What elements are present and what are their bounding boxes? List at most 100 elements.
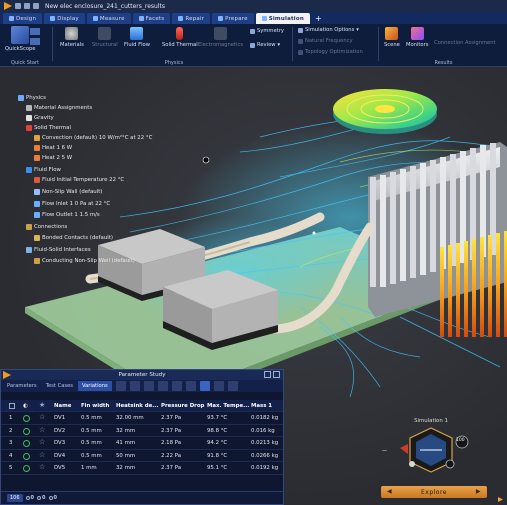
tree-item-connections[interactable]: Connections xyxy=(26,222,67,231)
app-logo-icon xyxy=(4,2,12,10)
tab-facets[interactable]: Facets xyxy=(132,13,171,24)
tree-item-physics[interactable]: Physics xyxy=(18,93,46,102)
tree-item-conducting-wall[interactable]: Conducting Non-Slip Wall (default) xyxy=(34,256,135,265)
structural-button[interactable]: Structural xyxy=(92,27,118,48)
tab-design[interactable]: Design xyxy=(3,13,43,24)
tab-display[interactable]: Display xyxy=(44,13,85,24)
display-icon xyxy=(50,16,56,21)
save-icon[interactable] xyxy=(15,3,21,9)
tab-measure[interactable]: Measure xyxy=(86,13,131,24)
settings-icon[interactable] xyxy=(445,459,455,469)
tab-simulation[interactable]: Simulation xyxy=(255,13,310,24)
column-name[interactable]: Name xyxy=(54,403,71,409)
minus-icon[interactable]: — xyxy=(382,448,387,454)
natural-frequency-button[interactable]: Natural Frequency xyxy=(298,38,353,44)
tree-item-flow-inlet-1[interactable]: Flow Inlet 1 0 Pa at 22 °C xyxy=(34,199,110,208)
panel-title-bar[interactable]: Parameter Study xyxy=(1,370,283,380)
table-row[interactable]: 3 ☆ DV3 0.5 mm 41 mm 2.18 Pa 94.2 °C 0.0… xyxy=(1,437,283,450)
list-icon[interactable] xyxy=(30,38,40,45)
connection-assignment-button[interactable]: Connection Assignment xyxy=(434,40,496,46)
quick-access-toolbar xyxy=(15,3,39,9)
export-icon[interactable] xyxy=(213,381,224,391)
interface-icon xyxy=(26,246,32,253)
add-variation-icon[interactable] xyxy=(115,381,126,391)
scene-button[interactable]: Scene xyxy=(384,27,400,48)
tab-parameters[interactable]: Parameters xyxy=(3,381,41,391)
column-mass[interactable]: Mass 1 xyxy=(251,403,272,409)
sort-icon[interactable] xyxy=(171,381,182,391)
undo-icon[interactable] xyxy=(24,3,30,9)
title-bar: New elec enclosure_241_cutters_results xyxy=(0,0,507,12)
column-fin-width[interactable]: Fin width xyxy=(81,403,109,409)
select-all-checkbox[interactable] xyxy=(9,403,15,409)
column-max-temperature[interactable]: Max. Tempe... xyxy=(207,403,249,409)
maximize-icon[interactable] xyxy=(264,371,271,378)
columns-icon[interactable] xyxy=(185,381,196,391)
explore-button[interactable]: ◀ Explore ▶ xyxy=(381,486,487,498)
symmetry-icon xyxy=(250,28,255,34)
tree-item-convection[interactable]: Convection (default) 10 W/m²°C at 22 °C xyxy=(34,133,152,142)
table-row[interactable]: 4 ☆ DV4 0.5 mm 50 mm 2.22 Pa 91.8 °C 0.0… xyxy=(1,450,283,462)
tree-item-fluid-flow[interactable]: Fluid Flow xyxy=(26,165,61,174)
running-icon xyxy=(37,496,42,500)
tab-test-cases[interactable]: Test Cases xyxy=(42,381,77,391)
solid-thermal-button[interactable]: Solid Thermal xyxy=(162,27,198,48)
filter-icon[interactable] xyxy=(157,381,168,391)
graph-icon[interactable] xyxy=(227,381,238,391)
chart-icon[interactable] xyxy=(199,381,210,391)
tree-item-solid-thermal[interactable]: Solid Thermal xyxy=(26,123,71,132)
monitors-icon xyxy=(410,27,424,40)
symmetry-button[interactable]: Symmetry xyxy=(250,28,284,34)
chevron-left-icon[interactable]: ◀ xyxy=(387,488,392,495)
table-row[interactable]: 2 ☆ DV2 0.5 mm 32 mm 2.37 Pa 98.8 °C 0.0… xyxy=(1,425,283,437)
repair-icon xyxy=(178,16,184,21)
column-pressure-drop[interactable]: Pressure Drop xyxy=(161,403,204,409)
tree-item-fluid-initial-temperature[interactable]: Fluid Initial Temperature 22 °C xyxy=(34,175,124,184)
tree-item-heat-2[interactable]: Heat 2 5 W xyxy=(34,153,72,162)
tree-item-gravity[interactable]: Gravity xyxy=(26,113,54,122)
add-tab-button[interactable]: + xyxy=(312,13,325,24)
tree-item-flow-outlet-1[interactable]: Flow Outlet 1 1.5 m/s xyxy=(34,210,100,219)
fluid-flow-icon xyxy=(130,27,144,40)
review-button[interactable]: Review ▾ xyxy=(250,42,280,48)
favorite-icon[interactable]: ☆ xyxy=(39,451,45,459)
simulation-options-button[interactable]: Simulation Options ▾ xyxy=(298,27,359,33)
duplicate-icon[interactable] xyxy=(129,381,140,391)
chevron-right-icon[interactable]: ▶ xyxy=(476,488,481,495)
table-icon[interactable] xyxy=(143,381,154,391)
topology-optimization-button[interactable]: Topology Optimization xyxy=(298,49,363,55)
tree-item-bonded-contacts[interactable]: Bonded Contacts (default) xyxy=(34,233,113,242)
redo-icon[interactable] xyxy=(33,3,39,9)
tree-item-material-assignments[interactable]: Material Assignments xyxy=(26,103,92,112)
tab-prepare[interactable]: Prepare xyxy=(212,13,254,24)
favorite-icon[interactable]: ☆ xyxy=(39,438,45,446)
favorite-icon[interactable]: ☆ xyxy=(39,426,45,434)
close-icon[interactable] xyxy=(273,371,280,378)
tree-item-heat-1[interactable]: Heat 1 6 W xyxy=(34,143,72,152)
tree-item-fluid-solid-interfaces[interactable]: Fluid-Solid Interfaces xyxy=(26,245,91,254)
app-window: New elec enclosure_241_cutters_results D… xyxy=(0,0,507,505)
favorite-icon[interactable]: ☆ xyxy=(39,463,45,471)
tab-repair[interactable]: Repair xyxy=(172,13,211,24)
column-heatsink-depth[interactable]: Heatsink de... xyxy=(116,403,158,409)
heat-icon xyxy=(34,144,40,151)
cursor-pivot-icon xyxy=(202,156,210,164)
table-row[interactable]: 1 ☆ DV1 0.5 mm 32.00 mm 2.37 Pa 93.7 °C … xyxy=(1,412,283,425)
variations-table: ◐ ★ Name Fin width Heatsink de... Pressu… xyxy=(1,400,283,475)
connections-icon xyxy=(26,223,32,230)
window-buttons xyxy=(264,371,280,378)
status-counter: 0 xyxy=(48,495,57,501)
tab-variations[interactable]: Variations xyxy=(77,381,112,391)
fluid-flow-button[interactable]: Fluid Flow xyxy=(124,27,150,48)
panel-tabs: Parameters Test Cases Variations xyxy=(1,380,283,392)
pending-icon xyxy=(25,496,30,500)
grid-icon[interactable] xyxy=(30,28,40,35)
dot-icon xyxy=(409,461,415,467)
left-arrow-icon[interactable] xyxy=(400,444,408,454)
table-row[interactable]: 5 ☆ DV5 1 mm 32 mm 2.37 Pa 95.1 °C 0.019… xyxy=(1,462,283,475)
electromagnetics-button[interactable]: Electromagnetics xyxy=(198,27,243,48)
materials-button[interactable]: Materials xyxy=(60,27,84,48)
monitors-button[interactable]: Monitors xyxy=(406,27,428,48)
favorite-icon[interactable]: ☆ xyxy=(39,413,45,421)
tree-item-non-slip-wall[interactable]: Non-Slip Wall (default) xyxy=(34,187,102,196)
